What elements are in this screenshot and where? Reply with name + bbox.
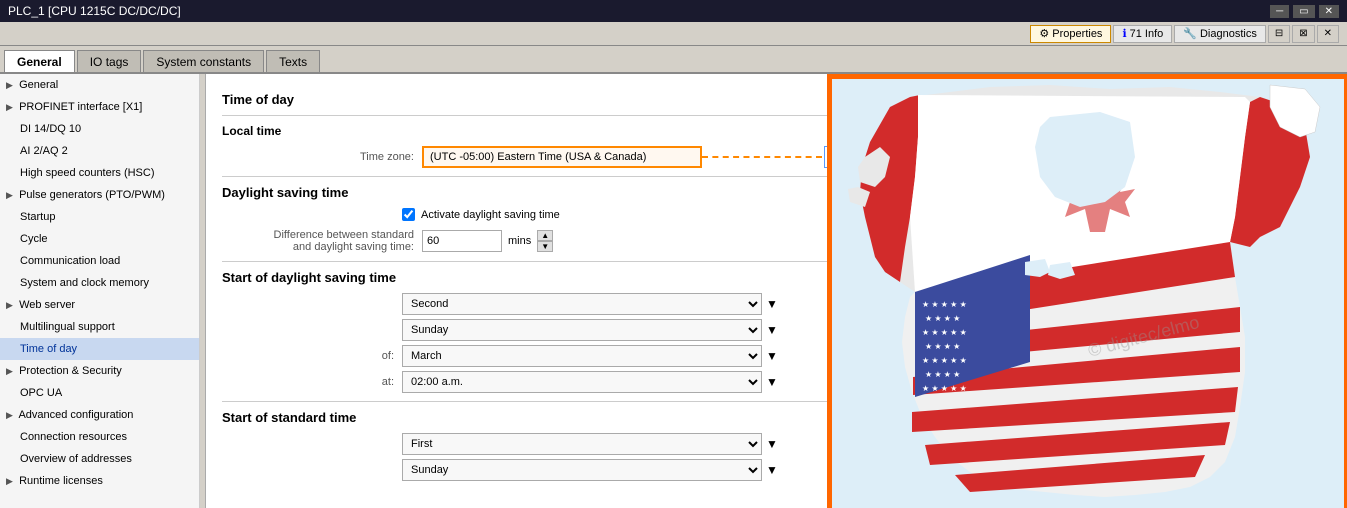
timezone-label: Time zone: xyxy=(222,151,422,163)
activate-dst-label[interactable]: Activate daylight saving time xyxy=(421,209,560,221)
map-overlay: ★ ★ ★ ★ ★ ★ ★ ★ ★ ★ ★ ★ ★ ★ ★ ★ ★ ★ ★ ★ … xyxy=(827,74,1347,508)
sidebar-item-hsc[interactable]: High speed counters (HSC) xyxy=(0,162,199,184)
sidebar: ▶ General ▶ PROFINET interface [X1] DI 1… xyxy=(0,74,200,508)
svg-text:★ ★ ★ ★ ★: ★ ★ ★ ★ ★ xyxy=(922,328,967,337)
panel-close-button[interactable]: ✕ xyxy=(1317,25,1339,43)
sidebar-item-protection[interactable]: ▶ Protection & Security xyxy=(0,360,199,382)
title-bar: PLC_1 [CPU 1215C DC/DC/DC] ─ ▭ ✕ xyxy=(0,0,1347,22)
svg-text:★ ★ ★ ★: ★ ★ ★ ★ xyxy=(925,314,960,323)
info-button[interactable]: ℹ 71 Info xyxy=(1113,25,1172,43)
dst-time-select[interactable]: 02:00 a.m. xyxy=(402,371,762,393)
panel-minimize-button[interactable]: ⊟ xyxy=(1268,25,1290,43)
minimize-button[interactable]: ─ xyxy=(1270,5,1289,18)
dst-at-label: at: xyxy=(222,376,402,388)
sidebar-item-conn-resources[interactable]: Connection resources xyxy=(0,426,199,448)
sidebar-item-comm-load[interactable]: Communication load xyxy=(0,250,199,272)
arrow-icon: ▶ xyxy=(6,406,16,424)
sidebar-item-general[interactable]: ▶ General xyxy=(0,74,199,96)
activate-dst-checkbox[interactable] xyxy=(402,208,415,221)
dashed-line xyxy=(702,156,822,158)
tab-texts[interactable]: Texts xyxy=(266,50,320,72)
restore-button[interactable]: ▭ xyxy=(1293,5,1314,18)
arrow-icon: ▶ xyxy=(6,98,16,116)
difference-unit: mins xyxy=(508,235,531,247)
difference-label-1: Difference between standard xyxy=(222,229,414,241)
panel-float-button[interactable]: ⊠ xyxy=(1292,25,1314,43)
std-day-select[interactable]: Sunday xyxy=(402,459,762,481)
info-icon: ℹ xyxy=(1122,27,1126,40)
svg-text:★ ★ ★ ★ ★: ★ ★ ★ ★ ★ xyxy=(922,384,967,393)
sidebar-item-time-of-day[interactable]: Time of day xyxy=(0,338,199,360)
dst-occurrence-arrow: ▼ xyxy=(766,297,778,311)
difference-input[interactable] xyxy=(422,230,502,252)
arrow-icon: ▶ xyxy=(6,362,16,380)
dst-occurrence-select[interactable]: Second xyxy=(402,293,762,315)
dst-month-arrow: ▼ xyxy=(766,349,778,363)
title-bar-controls: ─ ▭ ✕ xyxy=(1270,5,1339,18)
tab-io-tags[interactable]: IO tags xyxy=(77,50,142,72)
arrow-icon: ▶ xyxy=(6,76,16,94)
spinner-controls: ▲ ▼ xyxy=(537,230,553,252)
sidebar-item-sys-clock[interactable]: System and clock memory xyxy=(0,272,199,294)
app-wrapper: PLC_1 [CPU 1215C DC/DC/DC] ─ ▭ ✕ ⚙ Prope… xyxy=(0,0,1347,508)
close-button[interactable]: ✕ xyxy=(1319,5,1339,18)
sidebar-item-opc-ua[interactable]: OPC UA xyxy=(0,382,199,404)
tabs-row: General IO tags System constants Texts xyxy=(0,46,1347,74)
sidebar-item-overview-addr[interactable]: Overview of addresses xyxy=(0,448,199,470)
svg-text:★ ★ ★ ★ ★: ★ ★ ★ ★ ★ xyxy=(922,300,967,309)
tab-system-constants[interactable]: System constants xyxy=(143,50,264,72)
content-wrapper: ▶ General ▶ PROFINET interface [X1] DI 1… xyxy=(0,74,1347,508)
tab-general[interactable]: General xyxy=(4,50,75,72)
dst-month-select[interactable]: March xyxy=(402,345,762,367)
properties-icon: ⚙ xyxy=(1039,27,1049,40)
sidebar-item-pulse-gen[interactable]: ▶ Pulse generators (PTO/PWM) xyxy=(0,184,199,206)
arrow-icon: ▶ xyxy=(6,186,16,204)
svg-text:★ ★ ★ ★: ★ ★ ★ ★ xyxy=(925,370,960,379)
dst-of-label: of: xyxy=(222,350,402,362)
map-svg: ★ ★ ★ ★ ★ ★ ★ ★ ★ ★ ★ ★ ★ ★ ★ ★ ★ ★ ★ ★ … xyxy=(830,77,1347,508)
properties-button[interactable]: ⚙ Properties xyxy=(1030,25,1111,43)
std-occurrence-select[interactable]: First xyxy=(402,433,762,455)
svg-text:★ ★ ★ ★ ★: ★ ★ ★ ★ ★ xyxy=(922,356,967,365)
dst-time-arrow: ▼ xyxy=(766,375,778,389)
std-day-arrow: ▼ xyxy=(766,463,778,477)
dst-day-select[interactable]: Sunday xyxy=(402,319,762,341)
sidebar-item-web-server[interactable]: ▶ Web server xyxy=(0,294,199,316)
difference-spinner: mins ▲ ▼ xyxy=(422,230,553,252)
sidebar-item-multilingual[interactable]: Multilingual support xyxy=(0,316,199,338)
title-bar-text: PLC_1 [CPU 1215C DC/DC/DC] xyxy=(8,4,181,18)
sidebar-item-cycle[interactable]: Cycle xyxy=(0,228,199,250)
spinner-up-button[interactable]: ▲ xyxy=(537,230,553,241)
dst-day-arrow: ▼ xyxy=(766,323,778,337)
difference-label-2: and daylight saving time: xyxy=(222,241,414,253)
sidebar-item-di14dq10[interactable]: DI 14/DQ 10 xyxy=(0,118,199,140)
top-toolbar: ⚙ Properties ℹ 71 Info 🔧 Diagnostics ⊟ ⊠… xyxy=(0,22,1347,46)
arrow-icon: ▶ xyxy=(6,296,16,314)
sidebar-item-profinet[interactable]: ▶ PROFINET interface [X1] xyxy=(0,96,199,118)
diagnostics-icon: 🔧 xyxy=(1183,27,1197,40)
content-area: Time of day Local time Time zone: (UTC -… xyxy=(206,74,1347,508)
spinner-down-button[interactable]: ▼ xyxy=(537,241,553,252)
arrow-icon: ▶ xyxy=(6,472,16,490)
diagnostics-button[interactable]: 🔧 Diagnostics xyxy=(1174,25,1266,43)
svg-text:★ ★ ★ ★: ★ ★ ★ ★ xyxy=(925,342,960,351)
std-occurrence-arrow: ▼ xyxy=(766,437,778,451)
sidebar-item-startup[interactable]: Startup xyxy=(0,206,199,228)
sidebar-item-ai2aq2[interactable]: AI 2/AQ 2 xyxy=(0,140,199,162)
sidebar-item-runtime-lic[interactable]: ▶ Runtime licenses xyxy=(0,470,199,492)
sidebar-item-adv-config[interactable]: ▶ Advanced configuration xyxy=(0,404,199,426)
timezone-value: (UTC -05:00) Eastern Time (USA & Canada) xyxy=(422,146,702,168)
